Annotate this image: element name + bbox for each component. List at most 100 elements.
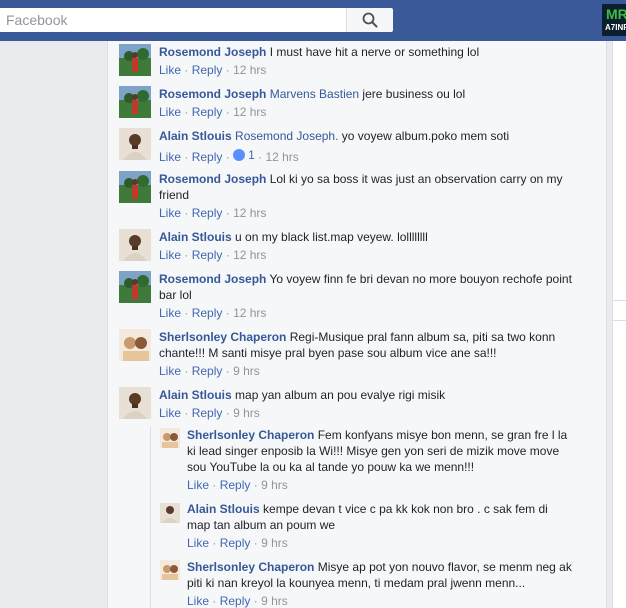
comment-text: Rosemond Joseph Marvens Bastien jere bus…: [159, 86, 599, 102]
separator: ·: [212, 536, 217, 550]
right-panel: [612, 41, 626, 608]
like-count[interactable]: 1: [233, 148, 255, 162]
timestamp[interactable]: 9 hrs: [261, 594, 288, 608]
like-link[interactable]: Like: [159, 105, 181, 119]
search-box[interactable]: [0, 8, 346, 32]
comment-actions: Like · Reply · 12 hrs: [159, 306, 266, 320]
comment-actions: Like · Reply · 1 · 12 hrs: [159, 148, 299, 164]
reply-actions: Like · Reply · 9 hrs: [187, 536, 288, 550]
reply-link[interactable]: Reply: [220, 478, 251, 492]
reply-link[interactable]: Reply: [192, 206, 223, 220]
comment-text: Sherlsonley Chaperon Regi-Musique pral f…: [159, 329, 579, 361]
separator: ·: [225, 248, 230, 262]
avatar[interactable]: [119, 271, 151, 303]
avatar[interactable]: [119, 171, 151, 203]
comment-text: Alain Stlouis Rosemond Joseph. yo voyew …: [159, 128, 599, 144]
timestamp[interactable]: 9 hrs: [261, 536, 288, 550]
search-input[interactable]: [0, 8, 342, 32]
commenter-name[interactable]: Alain Stlouis: [159, 388, 232, 402]
reply-text: Sherlsonley Chaperon Misye ap pot yon no…: [187, 559, 572, 591]
commenter-name[interactable]: Alain Stlouis: [187, 502, 260, 516]
avatar[interactable]: [119, 387, 151, 419]
comment-actions: Like · Reply · 9 hrs: [159, 406, 260, 420]
search-button[interactable]: [346, 8, 393, 32]
like-link[interactable]: Like: [187, 594, 209, 608]
comment-message: yo voyew album.poko mem soti: [341, 129, 510, 143]
timestamp[interactable]: 9 hrs: [233, 406, 260, 420]
commenter-name[interactable]: Alain Stlouis: [159, 230, 232, 244]
avatar[interactable]: [119, 229, 151, 261]
avatar[interactable]: [119, 86, 151, 118]
thumbs-up-icon: [233, 149, 246, 161]
commenter-name[interactable]: Alain Stlouis: [159, 129, 232, 143]
logo-text-bottom: A7INF: [605, 23, 626, 32]
separator: ·: [212, 594, 217, 608]
timestamp[interactable]: 12 hrs: [233, 63, 266, 77]
avatar[interactable]: [160, 560, 180, 580]
timestamp[interactable]: 12 hrs: [233, 105, 266, 119]
reply-link[interactable]: Reply: [220, 594, 251, 608]
reply-thread-line: [150, 427, 151, 608]
separator: ·: [184, 248, 189, 262]
reply-text: Sherlsonley Chaperon Fem konfyans misye …: [187, 427, 572, 475]
divider: [612, 320, 626, 321]
like-link[interactable]: Like: [159, 406, 181, 420]
divider: [612, 300, 626, 301]
comment-text: Rosemond Joseph Lol ki yo sa boss it was…: [159, 171, 579, 203]
like-link[interactable]: Like: [159, 306, 181, 320]
comment-text: Rosemond Joseph Yo voyew finn fe bri dev…: [159, 271, 589, 303]
commenter-name[interactable]: Rosemond Joseph: [159, 172, 266, 186]
commenter-name[interactable]: Rosemond Joseph: [159, 45, 266, 59]
timestamp[interactable]: 9 hrs: [233, 364, 260, 378]
like-link[interactable]: Like: [159, 248, 181, 262]
reply-link[interactable]: Reply: [192, 150, 223, 164]
commenter-name[interactable]: Rosemond Joseph: [159, 87, 266, 101]
commenter-name[interactable]: Sherlsonley Chaperon: [187, 428, 314, 442]
reply-link[interactable]: Reply: [192, 63, 223, 77]
tagged-person[interactable]: Marvens Bastien: [270, 87, 359, 101]
timestamp[interactable]: 12 hrs: [233, 248, 266, 262]
separator: ·: [253, 536, 258, 550]
like-link[interactable]: Like: [159, 150, 181, 164]
avatar[interactable]: [119, 44, 151, 76]
like-link[interactable]: Like: [159, 63, 181, 77]
separator: ·: [225, 306, 230, 320]
logo-text-top: MR: [606, 6, 626, 22]
like-link[interactable]: Like: [159, 364, 181, 378]
separator: ·: [225, 206, 230, 220]
separator: ·: [184, 150, 189, 164]
avatar[interactable]: [119, 128, 151, 160]
timestamp[interactable]: 12 hrs: [265, 150, 298, 164]
reply-link[interactable]: Reply: [192, 105, 223, 119]
reply-link[interactable]: Reply: [192, 364, 223, 378]
avatar[interactable]: [160, 428, 180, 448]
reply-actions: Like · Reply · 9 hrs: [187, 478, 288, 492]
page-logo[interactable]: MR A7INF: [602, 4, 626, 36]
comment-text: Alain Stlouis map yan album an pou evaly…: [159, 387, 599, 403]
separator: ·: [184, 63, 189, 77]
commenter-name[interactable]: Sherlsonley Chaperon: [159, 330, 286, 344]
commenter-name[interactable]: Sherlsonley Chaperon: [187, 560, 314, 574]
reply-link[interactable]: Reply: [192, 306, 223, 320]
reply-link[interactable]: Reply: [192, 248, 223, 262]
like-link[interactable]: Like: [187, 536, 209, 550]
separator: ·: [225, 364, 230, 378]
like-count-value: 1: [248, 148, 255, 162]
timestamp[interactable]: 12 hrs: [233, 206, 266, 220]
search-icon: [362, 12, 378, 28]
separator: ·: [253, 594, 258, 608]
avatar[interactable]: [160, 503, 180, 523]
like-link[interactable]: Like: [159, 206, 181, 220]
tagged-person[interactable]: Rosemond Joseph.: [235, 129, 338, 143]
comment-actions: Like · Reply · 12 hrs: [159, 206, 266, 220]
like-link[interactable]: Like: [187, 478, 209, 492]
separator: ·: [184, 206, 189, 220]
reply-actions: Like · Reply · 9 hrs: [187, 594, 288, 608]
timestamp[interactable]: 9 hrs: [261, 478, 288, 492]
comment-actions: Like · Reply · 12 hrs: [159, 105, 266, 119]
avatar[interactable]: [119, 329, 151, 361]
timestamp[interactable]: 12 hrs: [233, 306, 266, 320]
reply-link[interactable]: Reply: [220, 536, 251, 550]
reply-link[interactable]: Reply: [192, 406, 223, 420]
commenter-name[interactable]: Rosemond Joseph: [159, 272, 266, 286]
